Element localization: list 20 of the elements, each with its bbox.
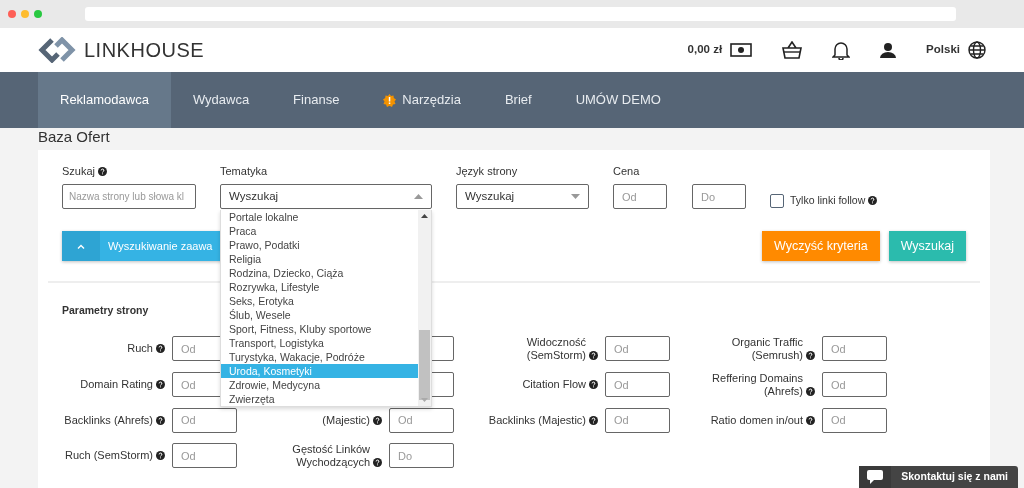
param-label: Backlinks (Ahrefs): [64, 413, 153, 427]
field-label: Cena: [613, 164, 640, 178]
param-label: Organic Traffic (Semrush): [730, 335, 803, 362]
param-label: Reffering Domains (Ahrefs): [711, 371, 803, 398]
field-label: Szukaj: [62, 164, 96, 178]
param-label: Ruch: [127, 342, 153, 356]
page-title: Baza Ofert: [38, 128, 111, 146]
param-label: Widoczność (SemStorm): [525, 335, 586, 362]
section-title: Parametry strony: [62, 303, 149, 318]
param-label: Citation Flow: [522, 378, 586, 392]
param-label: Domain Rating: [80, 378, 153, 392]
checkbox-label: Tylko linki follow: [790, 192, 866, 208]
param-label: Ruch (SemStorm): [64, 449, 153, 463]
param-label: Backlinks (Majestic): [488, 413, 586, 427]
param-label: Ratio domen in/out: [710, 413, 803, 427]
param-label: Gęstość Linków Wychodzących: [291, 442, 370, 469]
balance-text: 0,00 zł: [687, 42, 723, 58]
field-label: Tematyka: [220, 164, 268, 178]
param-label: (Majestic): [322, 413, 370, 427]
field-label: Język strony: [456, 164, 518, 178]
